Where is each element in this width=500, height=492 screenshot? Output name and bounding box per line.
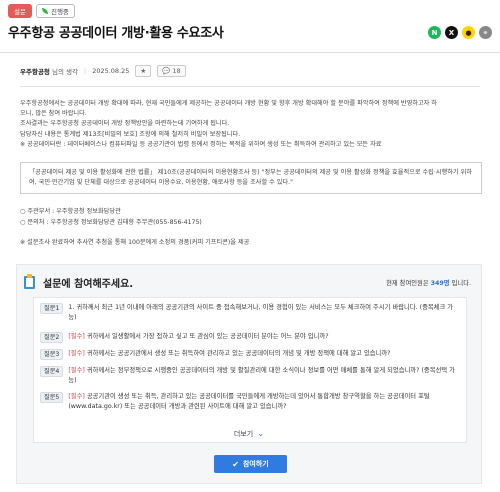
question-item[interactable]: 질문3 [필수] 귀하께서는 공공기관에서 생성 또는 취득하여 관리하고 있는… (40, 349, 460, 360)
participant-count: 현재 참여인원은 349명 입니다. (386, 280, 471, 287)
body-line: ※ 공공데이터란 : 데이터베이스나 컴퓨터파일 등 공공기관이 법령 등에서 … (20, 140, 382, 148)
post-body: 우주항공청에서는 공공데이터 개방 확대에 따라, 현재 국민들에게 제공하는 … (20, 99, 482, 150)
join-survey-button[interactable]: ✔ 참여하기 (214, 455, 287, 473)
participant-number: 349명 (430, 280, 450, 287)
leaf-icon (41, 8, 48, 14)
body-line: 오니, 많은 참여 바랍니다. (20, 110, 87, 118)
question-text: 1. 귀하께서 최근 1년 이내에 아래의 공공기관의 사이트 중 접속해보거나… (68, 304, 454, 321)
question-list: 질문1 1. 귀하께서 최근 1년 이내에 아래의 공공기관의 사이트 중 접속… (33, 297, 467, 443)
question-label: 질문5 (40, 392, 64, 403)
question-text: [필수] 귀하께서는 공공기관에서 생성 또는 취득하여 관리하고 있는 공공데… (68, 350, 391, 357)
survey-panel-header: 설문에 참여해주세요. (23, 274, 133, 290)
comment-count: 18 (172, 67, 181, 75)
question-label: 질문2 (40, 332, 64, 343)
question-item[interactable]: 질문1 1. 귀하께서 최근 1년 이내에 아래의 공공기관의 사이트 중 접속… (40, 303, 460, 322)
more-button[interactable]: 더보기 ⌄ (17, 429, 481, 439)
survey-panel: 설문에 참여해주세요. 현재 참여인원은 349명 입니다. 질문1 1. 귀하… (16, 264, 482, 484)
header-badges: 설문 진행중 (8, 4, 75, 18)
question-item[interactable]: 질문2 [필수] 귀하께서 일생활에서 가장 접하고 싶고 또 관심이 있는 공… (40, 332, 460, 343)
clipboard-icon (23, 274, 37, 290)
join-survey-label: 참여하기 (242, 460, 269, 468)
post-meta: 우주항공청 님의 생각 | 2025.08.25 ★ 💬 18 (20, 65, 186, 77)
naver-icon[interactable]: N (428, 26, 441, 39)
post-date: 2025.08.25 (92, 67, 130, 75)
contact-person: ○ 문의처 : 우주항공청 정보화담당관 김태향 주무관(055-856-417… (20, 219, 202, 226)
question-label: 질문4 (40, 366, 64, 377)
question-item[interactable]: 질문5 [필수] 공공기관이 생성 또는 취득, 관리하고 있는 공공데이터를 … (40, 392, 460, 411)
kakao-icon[interactable]: ● (462, 26, 475, 39)
category-badge: 설문 (8, 4, 32, 18)
question-item[interactable]: 질문4 [필수] 귀하께서는 정부정책으로 시행중인 공공데이터의 개방 및 활… (40, 366, 460, 385)
chevron-down-icon: ⌄ (257, 429, 265, 438)
question-label: 질문3 (40, 349, 64, 360)
meta-divider (20, 86, 480, 87)
meta-separator: | (83, 67, 87, 75)
header-divider (0, 52, 500, 53)
body-line: 조사결과는 우주항공청 공공데이터 개방 정책방안을 마련하는데 기여하게 됩니… (20, 120, 230, 128)
x-icon[interactable]: X (445, 26, 458, 39)
contact-info: ○ 주관부서 : 우주항공청 정보화담당관 ○ 문의처 : 우주항공청 정보화담… (20, 206, 202, 228)
favorite-button[interactable]: ★ (135, 65, 152, 77)
check-icon: ✔ (232, 459, 239, 469)
survey-panel-title: 설문에 참여해주세요. (43, 278, 134, 290)
more-label: 더보기 (233, 430, 254, 438)
question-text: [필수] 공공기관이 생성 또는 취득, 관리하고 있는 공공데이터를 국민들에… (68, 393, 430, 410)
question-label: 질문1 (40, 303, 64, 314)
link-icon[interactable]: ⚭ (479, 26, 492, 39)
share-bar: N X ● ⚭ (428, 26, 492, 39)
contact-department: ○ 주관부서 : 우주항공청 정보화담당관 (20, 208, 121, 215)
body-line: 우주항공청에서는 공공데이터 개방 확대에 따라, 현재 국민들에게 제공하는 … (20, 100, 438, 107)
star-icon: ★ (140, 67, 147, 75)
law-quote-box: 「공공데이터 제공 및 이용 활성화에 관한 법률」 제10조(공공데이터의 이… (20, 162, 482, 194)
page-title: 우주항공 공공데이터 개방·활용 수요조사 (8, 26, 224, 41)
status-badge-label: 진행중 (50, 8, 69, 16)
comment-button[interactable]: 💬 18 (157, 65, 186, 77)
comment-icon: 💬 (162, 67, 171, 75)
status-badge: 진행중 (35, 4, 75, 18)
reward-note: ※ 설문조사 완료하여 추사연 추첨을 통해 100분에게 소정의 경품(커피 … (20, 239, 250, 246)
author-org: 우주항공청 (20, 68, 50, 76)
question-text: [필수] 귀하께서는 정부정책으로 시행중인 공공데이터의 개방 및 활질관리에… (68, 367, 455, 384)
body-line: 답당자신 내용은 통계법 제13조[비밀의 보호] 조항에 의해 철저히 비밀이… (20, 130, 241, 138)
author-suffix: 님의 생각 (51, 68, 78, 76)
question-text: [필수] 귀하께서 일생활에서 가장 접하고 싶고 또 관심이 있는 공공데이터… (68, 333, 329, 340)
